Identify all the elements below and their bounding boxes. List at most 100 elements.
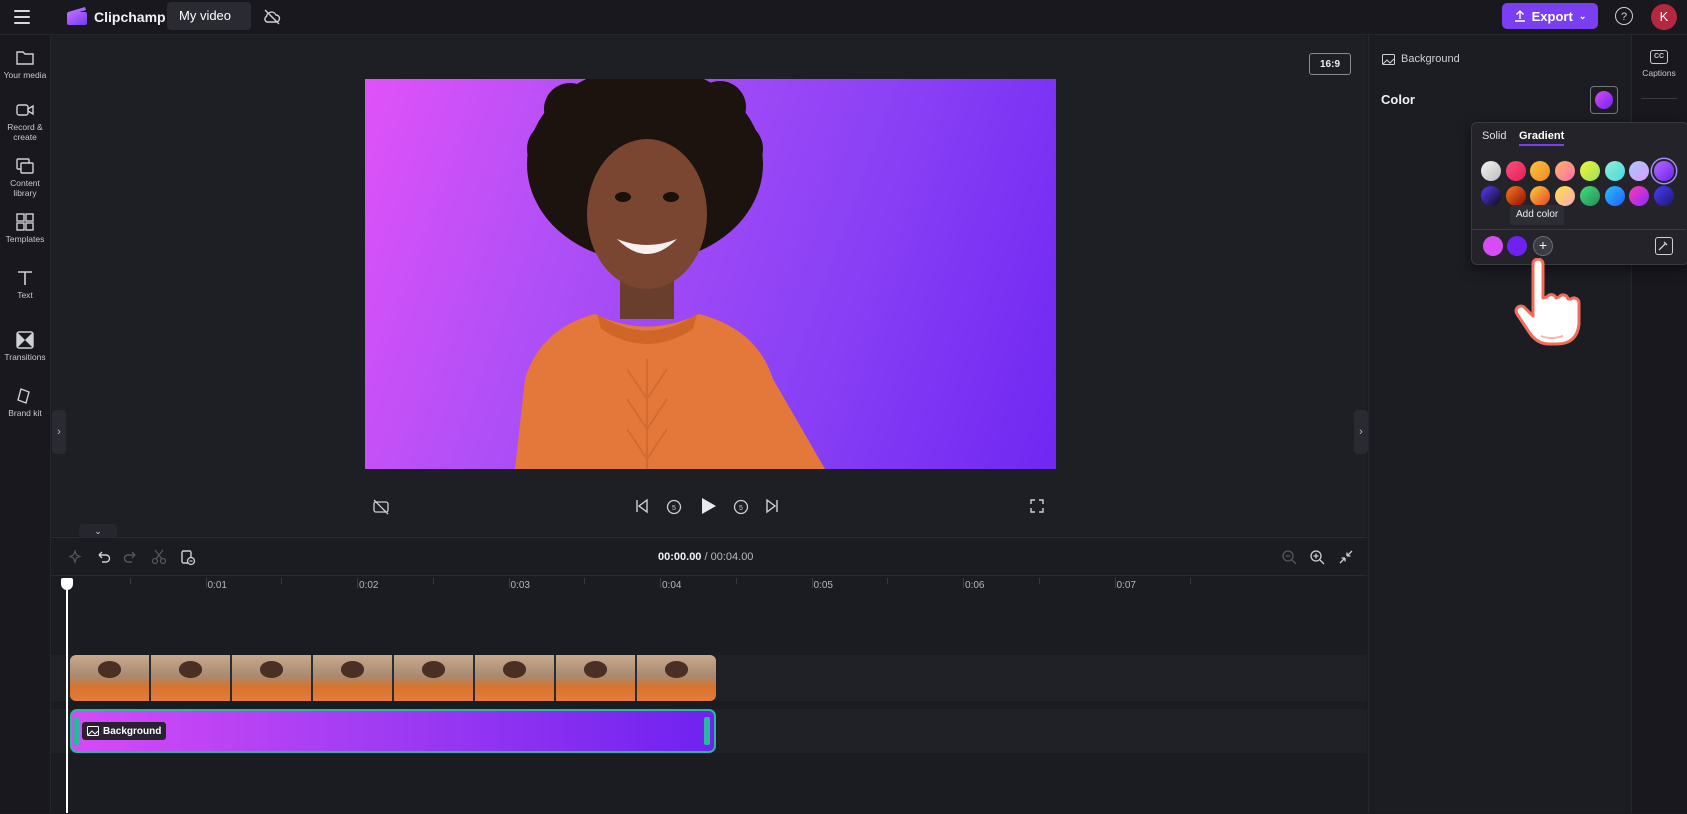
ruler-subtick [432, 578, 434, 584]
zoom-out-icon[interactable] [1280, 548, 1298, 566]
export-button[interactable]: Export ⌄ [1502, 3, 1598, 29]
color-label: Color [1381, 92, 1415, 107]
clip-thumbnail [151, 655, 230, 701]
hide-preview-icon[interactable] [372, 498, 390, 516]
gradient-preset-swatch[interactable] [1579, 186, 1600, 206]
collapse-timeline-chevron-icon[interactable]: ⌄ [79, 524, 117, 538]
add-color-tooltip: Add color [1510, 205, 1565, 225]
tab-gradient[interactable]: Gradient [1519, 130, 1565, 146]
video-preview-canvas[interactable] [365, 79, 1056, 469]
ruler-tick [205, 578, 207, 588]
fit-timeline-icon[interactable] [1337, 548, 1355, 566]
sidebar-item-label: Brand kit [8, 408, 42, 418]
delete-icon[interactable] [178, 548, 196, 566]
captions-label: Captions [1642, 68, 1676, 78]
ruler-tick [660, 578, 661, 588]
clip-thumbnail [313, 655, 392, 701]
gradient-preset-swatch[interactable] [1555, 161, 1576, 181]
background-icon [87, 726, 99, 736]
gradient-stop-swatch[interactable] [1507, 236, 1527, 256]
current-gradient-swatch [1595, 91, 1613, 109]
ruler-tick-label: 0:02 [359, 580, 379, 591]
playhead-handle[interactable] [61, 578, 73, 590]
ruler-subtick [1038, 578, 1040, 584]
sidebar-item-content-library[interactable]: Content library [0, 157, 50, 198]
gradient-preset-swatch[interactable] [1653, 161, 1674, 181]
clip-thumbnail [637, 655, 716, 701]
left-sidebar: Your media Record & create Content libra… [0, 35, 51, 813]
svg-text:5: 5 [739, 505, 743, 512]
clip-trim-handle-left[interactable] [74, 717, 80, 745]
custom-color-icon[interactable] [1655, 237, 1673, 255]
forward-5-icon[interactable]: 5 [732, 498, 750, 516]
templates-icon [16, 213, 34, 231]
time-separator: / [701, 551, 711, 563]
ruler-tick [1114, 578, 1116, 588]
magic-icon[interactable] [66, 548, 84, 566]
ruler-subtick [735, 578, 737, 584]
background-clip-label: Background [82, 722, 167, 740]
sidebar-item-templates[interactable]: Templates [0, 213, 50, 244]
background-clip-name: Background [103, 725, 162, 737]
gradient-preset-swatch[interactable] [1653, 186, 1674, 206]
sidebar-item-record-create[interactable]: Record & create [0, 101, 50, 142]
gradient-preset-swatch[interactable] [1604, 161, 1625, 181]
undo-icon[interactable] [94, 548, 112, 566]
gradient-preset-swatch[interactable] [1505, 161, 1526, 181]
ruler-tick [357, 578, 358, 588]
background-icon [1382, 53, 1395, 65]
chevron-down-icon: ⌄ [1578, 10, 1587, 21]
background-clip[interactable] [70, 709, 716, 753]
add-color-button[interactable]: + [1533, 236, 1553, 256]
ruler-tick-label: 0:03 [510, 580, 530, 591]
clip-trim-handle-right[interactable] [704, 717, 710, 745]
ruler-subtick [584, 578, 586, 584]
gradient-preset-swatch[interactable] [1555, 186, 1576, 206]
ruler-subtick [887, 578, 889, 584]
gradient-preset-swatch[interactable] [1579, 161, 1600, 181]
captions-button[interactable]: CC Captions [1631, 50, 1687, 78]
avatar[interactable]: K [1651, 4, 1677, 30]
help-icon[interactable]: ? [1615, 7, 1633, 25]
ruler-tick [811, 578, 813, 588]
hamburger-menu-icon[interactable] [14, 7, 36, 27]
current-time: 00:00.00 [658, 551, 702, 563]
fullscreen-icon[interactable] [1029, 498, 1045, 514]
video-clip[interactable] [70, 655, 716, 701]
aspect-ratio-button[interactable]: 16:9 [1309, 53, 1351, 75]
sidebar-item-label: Transitions [4, 352, 46, 362]
expand-right-panel-button[interactable]: › [1354, 410, 1368, 454]
gradient-preset-swatch[interactable] [1481, 161, 1501, 181]
gradient-preset-swatch[interactable] [1604, 186, 1625, 206]
brand-kit-icon [17, 388, 30, 404]
clipchamp-logo [67, 7, 87, 25]
gradient-stop-swatch[interactable] [1483, 236, 1503, 256]
play-icon[interactable] [698, 496, 718, 516]
cloud-sync-off-icon[interactable] [262, 7, 282, 27]
clip-thumbnail [70, 655, 149, 701]
sidebar-item-text[interactable]: Text [0, 269, 50, 300]
color-swatch-button[interactable] [1590, 86, 1618, 114]
skip-back-icon[interactable] [634, 498, 650, 514]
ruler-tick-label: 0:07 [1116, 580, 1136, 591]
gradient-preset-swatch[interactable] [1505, 186, 1526, 206]
sidebar-item-brand-kit[interactable]: Brand kit [0, 387, 50, 418]
ruler-line [51, 575, 1367, 576]
rewind-5-icon[interactable]: 5 [665, 498, 683, 516]
zoom-in-icon[interactable] [1308, 548, 1326, 566]
total-time: 00:04.00 [710, 551, 754, 563]
ruler-subtick [1190, 578, 1192, 584]
sidebar-item-your-media[interactable]: Your media [0, 49, 50, 80]
sidebar-item-label: Your media [3, 70, 47, 80]
gradient-preset-swatch[interactable] [1481, 186, 1501, 206]
project-name-field[interactable]: My video [167, 2, 251, 30]
skip-forward-icon[interactable] [764, 498, 780, 514]
split-scissors-icon[interactable] [150, 548, 168, 566]
playhead[interactable] [66, 583, 68, 813]
expand-left-panel-button[interactable]: › [52, 410, 66, 454]
redo-icon[interactable] [122, 548, 140, 566]
properties-title: Background [1401, 53, 1460, 65]
tab-solid[interactable]: Solid [1482, 130, 1506, 142]
app-brand-name: Clipchamp [94, 9, 166, 25]
sidebar-item-transitions[interactable]: Transitions [0, 331, 50, 362]
